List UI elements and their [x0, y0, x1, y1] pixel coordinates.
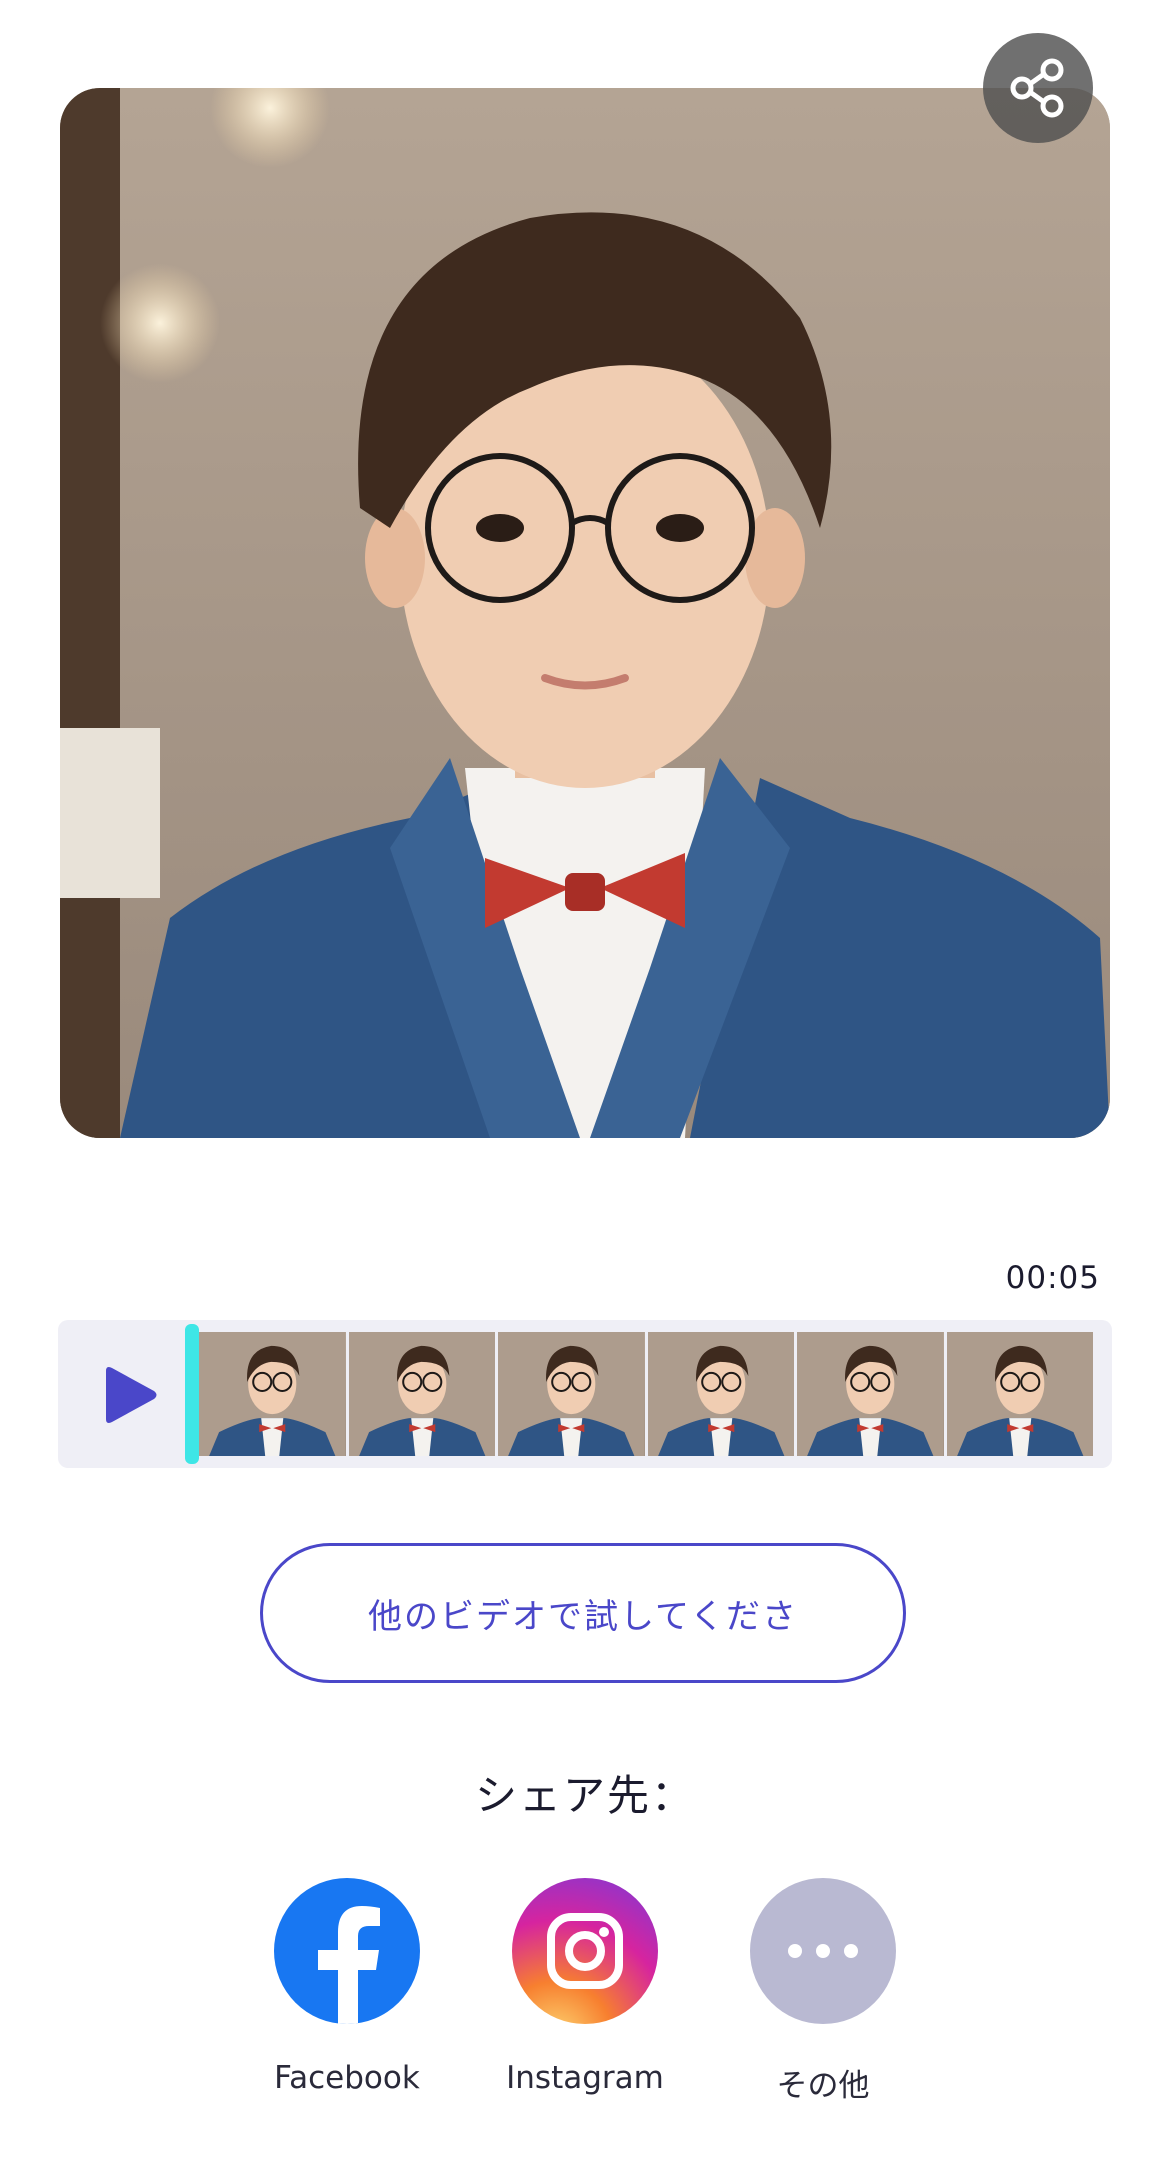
share-instagram-button[interactable]: Instagram	[465, 1878, 705, 2096]
facebook-icon	[274, 1878, 420, 2024]
timeline-frame-thumbnail	[946, 1332, 1093, 1456]
share-facebook-button[interactable]: Facebook	[227, 1878, 467, 2096]
video-timeline[interactable]	[58, 1320, 1112, 1468]
share-button[interactable]	[983, 33, 1093, 143]
timeline-frame-thumbnail	[797, 1332, 944, 1456]
share-icon	[1010, 58, 1064, 118]
share-option-label: Instagram	[506, 2060, 664, 2096]
share-option-label: その他	[776, 2068, 870, 2104]
instagram-icon	[512, 1878, 658, 2024]
try-other-video-button[interactable]: 他のビデオで試してくださ	[260, 1543, 906, 1683]
share-section-title: シェア先：	[474, 1771, 695, 1820]
frame-strip	[199, 1332, 1093, 1456]
play-icon	[106, 1367, 157, 1423]
play-button[interactable]	[98, 1365, 160, 1425]
portrait-illustration	[60, 88, 1110, 1138]
timeline-playhead[interactable]	[185, 1324, 199, 1464]
timeline-frame-thumbnail	[498, 1332, 645, 1456]
video-preview-image	[60, 88, 1110, 1138]
share-more-button[interactable]: その他	[703, 1878, 943, 2105]
timeline-frame-thumbnail	[348, 1332, 495, 1456]
more-icon	[750, 1878, 896, 2024]
timeline-frame-thumbnail	[647, 1332, 794, 1456]
video-timecode: 00:05	[1005, 1260, 1100, 1296]
share-option-label: Facebook	[274, 2060, 420, 2096]
timeline-frame-thumbnail	[199, 1332, 346, 1456]
